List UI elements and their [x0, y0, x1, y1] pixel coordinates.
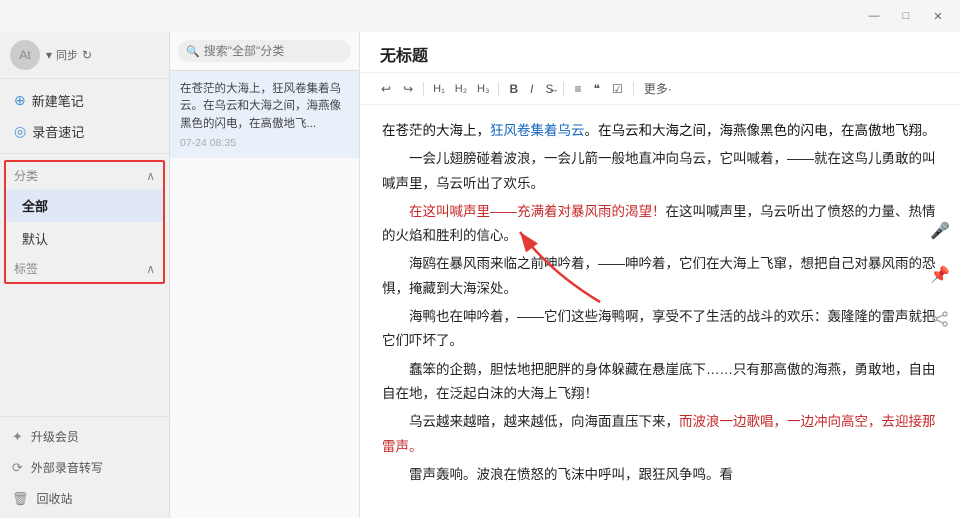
- tags-header[interactable]: 标签 ∧: [6, 255, 163, 282]
- star-icon: ✦: [12, 429, 23, 445]
- bold-button[interactable]: B: [504, 79, 523, 99]
- sidebar-actions: ⊕ 新建笔记 ◎ 录音速记: [0, 79, 169, 154]
- nav-item-all[interactable]: 全部: [6, 189, 163, 222]
- toolbar-separator-2: [498, 82, 499, 96]
- search-box[interactable]: 🔍: [178, 40, 351, 62]
- note-item-date: 07-24 08:35: [180, 137, 349, 149]
- trash-label: 回收站: [37, 490, 73, 507]
- toolbar-separator-1: [423, 82, 424, 96]
- category-label: 分类: [14, 167, 38, 184]
- nav-item-default[interactable]: 默认: [6, 222, 163, 255]
- tags-label: 标签: [14, 260, 38, 277]
- undo-button[interactable]: ↩: [376, 79, 396, 99]
- more-button[interactable]: 更多·: [639, 77, 677, 100]
- editor-paragraph-7: 雷声轰响。波浪在愤怒的飞沫中呼叫，跟狂风争鸣。看: [382, 463, 938, 487]
- avatar[interactable]: At: [10, 40, 40, 70]
- editor-title[interactable]: 无标题: [380, 42, 940, 66]
- right-icons: 🎤 📌: [920, 207, 960, 343]
- titlebar: — □ ✕: [0, 0, 960, 32]
- editor-title-bar: 无标题: [360, 32, 960, 73]
- trash-icon: 🗑: [12, 491, 29, 507]
- sidebar-top: At ▾ 同步 ↻: [0, 32, 169, 79]
- category-section: 分类 ∧ 全部 默认 标签 ∧: [4, 160, 165, 284]
- toolbar-separator-3: [563, 82, 564, 96]
- editor-paragraph-0: 在苍茫的大海上，狂风卷集着乌云。在乌云和大海之间，海燕像黑色的闪电，在高傲地飞翔…: [382, 119, 938, 143]
- share-button[interactable]: [926, 305, 954, 333]
- convert-icon: ⟳: [12, 460, 23, 476]
- minimize-button[interactable]: —: [860, 6, 888, 26]
- editor-paragraph-4: 海鸭也在呻吟着，——它们这些海鸭啊，享受不了生活的战斗的欢乐：轰隆隆的雷声就把它…: [382, 305, 938, 354]
- chevron-down-icon: ∧: [146, 262, 155, 276]
- category-header[interactable]: 分类 ∧: [6, 162, 163, 189]
- redo-button[interactable]: ↪: [398, 79, 418, 99]
- voice-note-label: 录音速记: [32, 122, 84, 141]
- editor-paragraph-5: 蠢笨的企鹅，胆怯地把肥胖的身体躲藏在悬崖底下……只有那高傲的海燕，勇敢地，自由自…: [382, 358, 938, 407]
- voice-note-button[interactable]: ◎ 录音速记: [0, 116, 169, 147]
- editor-toolbar: ↩ ↪ H₁ H₂ H₃ B I S̶ ≡ ❝ ☑ 更多·: [360, 73, 960, 105]
- search-area: 🔍: [170, 32, 359, 71]
- h2-button[interactable]: H₂: [451, 80, 471, 98]
- refresh-icon[interactable]: ↻: [82, 48, 92, 62]
- sidebar-bottom: ✦ 升级会员 ⟳ 外部录音转写 🗑 回收站: [0, 416, 169, 518]
- editor-panel: 无标题 ↩ ↪ H₁ H₂ H₃ B I S̶ ≡ ❝ ☑ 更多· 在苍茫的大海…: [360, 32, 960, 518]
- plus-icon: ⊕: [14, 92, 26, 109]
- editor-paragraph-1: 一会儿翅膀碰着波浪，一会儿箭一般地直冲向乌云，它叫喊着，——就在这鸟儿勇敢的叫喊…: [382, 147, 938, 196]
- new-note-label: 新建笔记: [32, 91, 84, 110]
- external-transcribe-button[interactable]: ⟳ 外部录音转写: [0, 452, 169, 483]
- h1-button[interactable]: H₁: [429, 80, 449, 98]
- chevron-up-icon: ∧: [146, 169, 155, 183]
- pin-button[interactable]: 📌: [926, 261, 954, 289]
- note-list-item[interactable]: 在苍茫的大海上，狂风卷集着乌云。在乌云和大海之间，海燕像黑色的闪电，在高傲地飞.…: [170, 71, 359, 158]
- microphone-button[interactable]: 🎤: [926, 217, 954, 245]
- editor-paragraph-3: 海鸥在暴风雨来临之前呻吟着，——呻吟着，它们在大海上飞窜，想把自己对暴风雨的恐惧…: [382, 252, 938, 301]
- editor-paragraph-6: 乌云越来越暗，越来越低，向海面直压下来，而波浪一边歌唱，一边冲向高空，去迎接那雷…: [382, 410, 938, 459]
- main-layout: At ▾ 同步 ↻ ⊕ 新建笔记 ◎ 录音速记 分类 ∧: [0, 32, 960, 518]
- sidebar: At ▾ 同步 ↻ ⊕ 新建笔记 ◎ 录音速记 分类 ∧: [0, 32, 170, 518]
- window-controls: — □ ✕: [860, 6, 952, 26]
- upgrade-button[interactable]: ✦ 升级会员: [0, 421, 169, 452]
- italic-button[interactable]: I: [525, 79, 538, 99]
- sync-area: ▾ 同步 ↻: [46, 47, 92, 63]
- checkbox-button[interactable]: ☑: [607, 79, 628, 99]
- upgrade-label: 升级会员: [31, 428, 79, 445]
- toolbar-separator-4: [633, 82, 634, 96]
- record-icon: ◎: [14, 123, 26, 140]
- note-item-text: 在苍茫的大海上，狂风卷集着乌云。在乌云和大海之间，海燕像黑色的闪电，在高傲地飞.…: [180, 81, 349, 133]
- editor-paragraph-2: 在这叫喊声里——充满着对暴风雨的渴望！在这叫喊声里，乌云听出了愤怒的力量、热情的…: [382, 200, 938, 249]
- search-input[interactable]: [204, 44, 343, 58]
- sidebar-nav: 分类 ∧ 全部 默认 标签 ∧: [0, 154, 169, 416]
- strikethrough-button[interactable]: S̶: [540, 79, 558, 99]
- chevron-down-icon: ▾: [46, 48, 52, 62]
- search-icon: 🔍: [186, 45, 200, 58]
- trash-button[interactable]: 🗑 回收站: [0, 483, 169, 514]
- h3-button[interactable]: H₃: [473, 80, 493, 98]
- sync-label: 同步: [56, 47, 78, 63]
- close-button[interactable]: ✕: [924, 6, 952, 26]
- new-note-button[interactable]: ⊕ 新建笔记: [0, 85, 169, 116]
- maximize-button[interactable]: □: [892, 6, 920, 26]
- note-list-panel: 🔍 在苍茫的大海上，狂风卷集着乌云。在乌云和大海之间，海燕像黑色的闪电，在高傲地…: [170, 32, 360, 518]
- quote-button[interactable]: ❝: [588, 79, 604, 99]
- list-button[interactable]: ≡: [569, 79, 586, 99]
- external-label: 外部录音转写: [31, 459, 103, 476]
- editor-content[interactable]: 在苍茫的大海上，狂风卷集着乌云。在乌云和大海之间，海燕像黑色的闪电，在高傲地飞翔…: [360, 105, 960, 518]
